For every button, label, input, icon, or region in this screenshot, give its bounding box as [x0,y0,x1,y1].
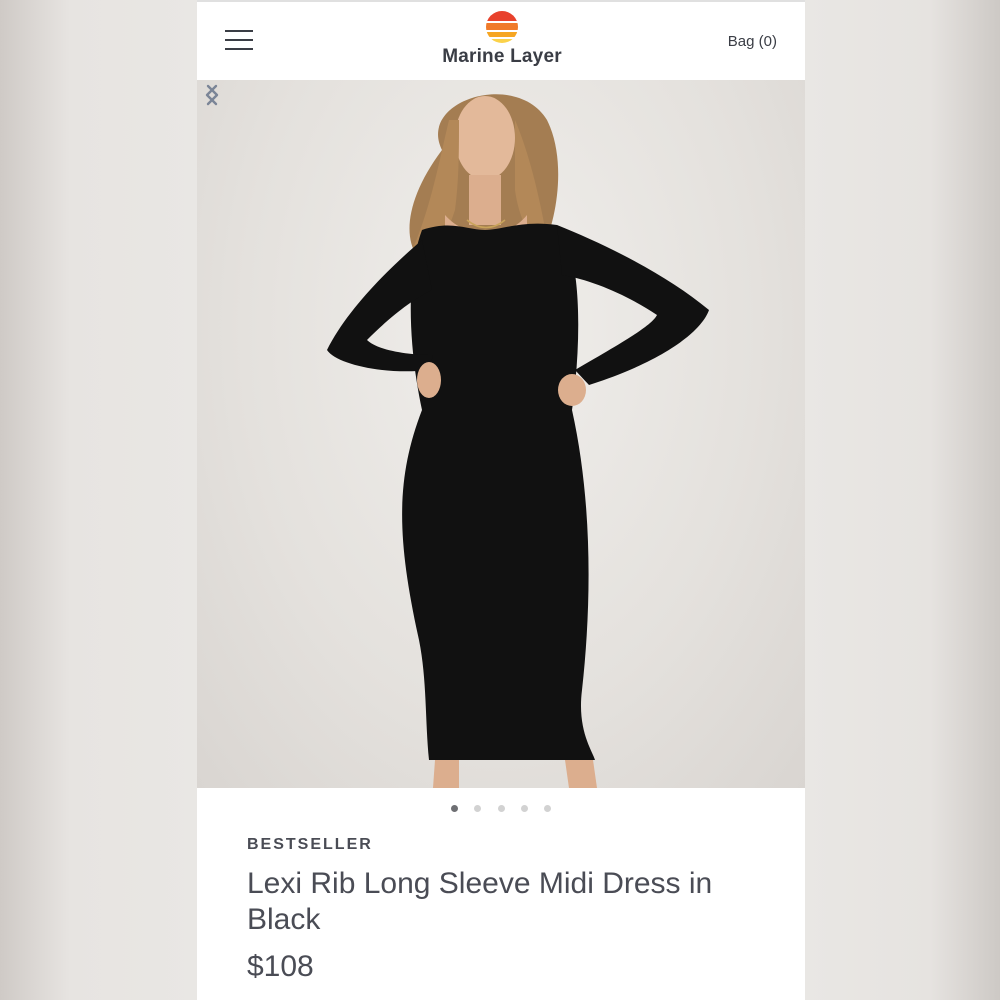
mobile-product-page: Marine Layer Bag (0) BESTSELLER Lexi Rib… [197,0,805,1000]
bag-link[interactable]: Bag (0) [728,33,777,50]
carousel-dot[interactable] [450,805,458,813]
carousel-dot[interactable] [520,805,528,813]
product-title: Lexi Rib Long Sleeve Midi Dress in Black [247,867,713,936]
brand-logo[interactable]: Marine Layer [427,10,577,72]
chevron-right-icon[interactable] [197,80,227,110]
product-price: $108 [247,950,314,983]
product-image-carousel[interactable] [197,80,805,788]
carousel-pagination [197,800,805,814]
carousel-dot[interactable] [474,805,482,813]
hamburger-menu-icon[interactable] [225,30,255,52]
bestseller-badge: BESTSELLER [247,836,373,853]
carousel-dot[interactable] [497,805,505,813]
product-photo [327,94,709,788]
brand-name: Marine Layer [442,46,562,67]
site-header: Marine Layer Bag (0) [197,0,805,80]
carousel-dot[interactable] [544,805,552,813]
sunset-logo-icon [486,11,518,43]
